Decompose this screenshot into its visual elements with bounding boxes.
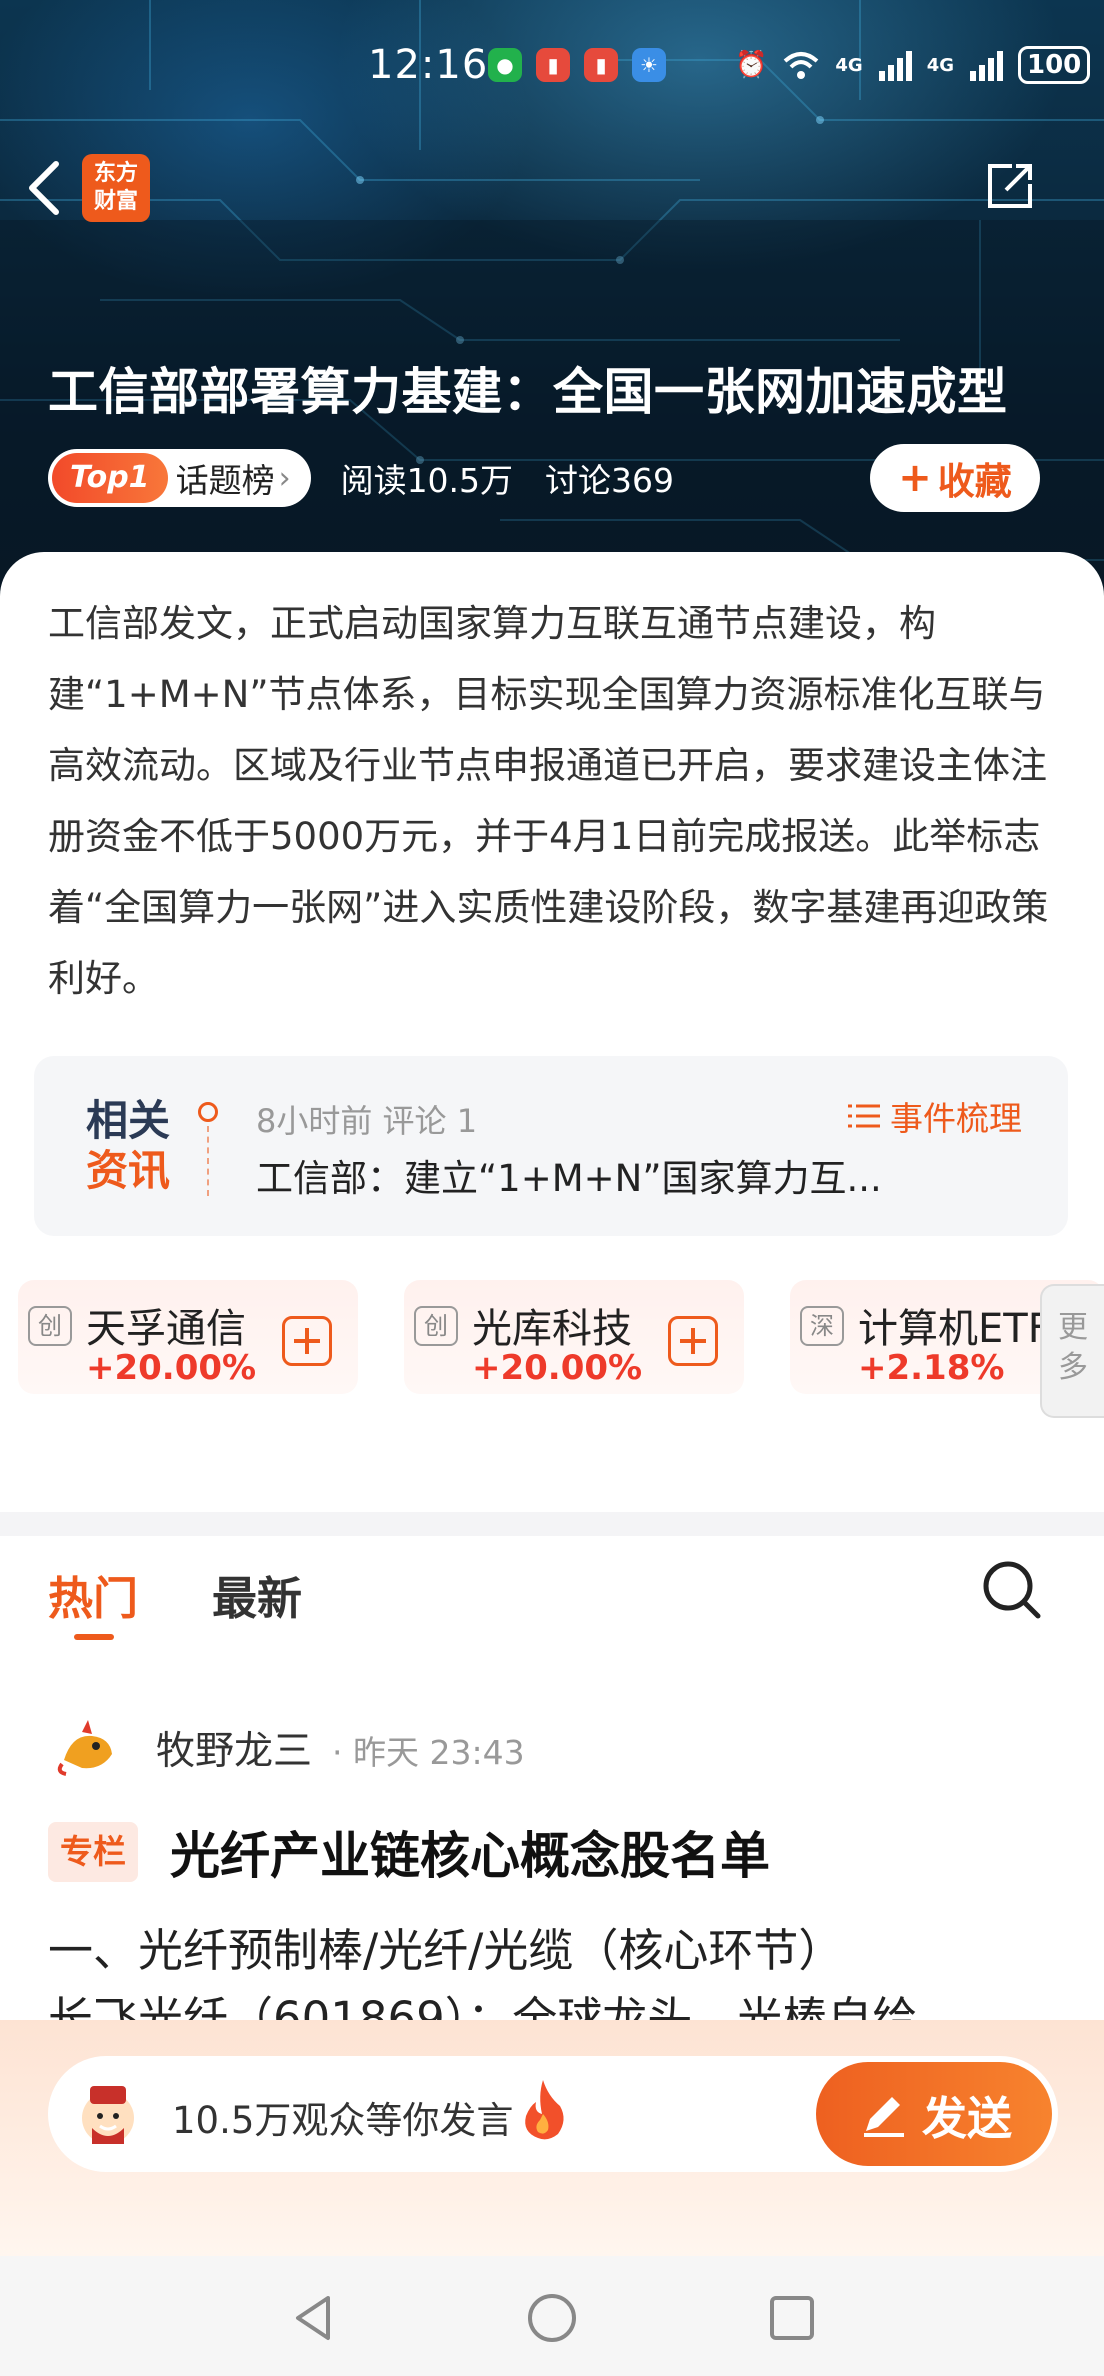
discussion-count: 讨论369 (545, 461, 675, 500)
market-badge: 创 (28, 1306, 72, 1346)
event-timeline-link[interactable]: 事件梳理 (846, 1092, 1022, 1140)
rank-label: 话题榜 (175, 461, 275, 500)
hero-banner: 12:16 ● ▮ ▮ ☀ ⏰ 4G 4G 100 东方 财富 工信部部署算力基… (0, 0, 1104, 600)
add-watchlist-icon[interactable] (668, 1316, 718, 1366)
search-icon[interactable] (980, 1558, 1044, 1622)
feed-tabs: 热门 最新 (0, 1536, 1104, 1656)
reader-app-icon-2: ▮ (584, 48, 618, 82)
pencil-icon (863, 2097, 904, 2137)
stock-change: +20.00% (472, 1348, 643, 1388)
stock-name: 天孚通信 (86, 1306, 246, 1352)
status-bar: 12:16 ● ▮ ▮ ☀ ⏰ 4G 4G 100 (0, 40, 1104, 96)
author-name[interactable]: 牧野龙三 (156, 1720, 312, 1776)
comment-bar: 10.5万观众等你发言 发送 (0, 2020, 1104, 2256)
god-of-wealth-avatar (82, 2086, 134, 2144)
fire-icon (525, 2080, 564, 2140)
news-meta: 8小时前 评论 1 (256, 1102, 478, 1140)
author-avatar[interactable] (52, 1714, 122, 1784)
status-indicators: ⏰ 4G 4G 100 ⚡ (735, 46, 1104, 84)
status-time: 12:16 (368, 42, 489, 88)
topic-title: 工信部部署算力基建：全国一张网加速成型 (48, 363, 1008, 421)
section-divider (0, 1512, 1104, 1536)
post-excerpt-line: 一、光纤预制棒/光纤/光缆（核心环节） (48, 1924, 844, 1977)
topic-card: 工信部发文，正式启动国家算力互联互通节点建设，构建“1+M+N”节点体系，目标实… (0, 552, 1104, 1512)
related-news[interactable]: 相关 资讯 8小时前 评论 1 事件梳理 工信部：建立“1+M+N”国家算力互.… (34, 1056, 1068, 1236)
stock-card[interactable]: 创 天孚通信 +20.00% (18, 1280, 358, 1394)
event-timeline-label: 事件梳理 (890, 1099, 1022, 1138)
add-watchlist-icon[interactable] (282, 1316, 332, 1366)
timeline-line (207, 1126, 209, 1196)
send-label: 发送 (921, 2091, 1012, 2145)
weather-icon: ☀ (632, 48, 666, 82)
related-stocks: 创 天孚通信 +20.00% 创 光库科技 +20.00% 深 计算机ETF +… (0, 1280, 1104, 1418)
feed-post[interactable]: 牧野龙三 · 昨天 23:43 专栏 光纤产业链核心概念股名单 一、光纤预制棒/… (0, 1680, 1104, 2020)
tab-latest[interactable]: 最新 (212, 1562, 302, 1627)
post-time: · 昨天 23:43 (332, 1733, 525, 1772)
column-badge: 专栏 (48, 1822, 138, 1882)
read-count: 阅读10.5万 (340, 461, 514, 500)
comment-input[interactable]: 10.5万观众等你发言 发送 (48, 2056, 1058, 2172)
wifi-icon (784, 52, 819, 79)
send-button[interactable]: 发送 (816, 2062, 1052, 2166)
timeline-dot (198, 1102, 218, 1122)
signal-2-label: 4G (926, 54, 954, 76)
nav-home-icon[interactable] (524, 2290, 580, 2346)
post-title[interactable]: 光纤产业链核心概念股名单 (170, 1816, 770, 1888)
tab-hot[interactable]: 热门 (48, 1562, 138, 1627)
news-headline: 工信部：建立“1+M+N”国家算力互... (256, 1157, 882, 1200)
stock-change: +2.18% (858, 1348, 1005, 1388)
related-tag-line-1: 相关 (86, 1096, 171, 1145)
notification-icons: ● ▮ ▮ ☀ (488, 48, 666, 82)
more-stocks-button[interactable]: 更 多 (1040, 1284, 1104, 1418)
market-badge: 创 (414, 1306, 458, 1346)
favorite-button[interactable]: + 收藏 (870, 444, 1040, 512)
battery-indicator: 100 (1018, 46, 1091, 84)
signal-1-label: 4G (835, 54, 863, 76)
stock-change: +20.00% (86, 1348, 257, 1388)
more-label-2: 多 (1058, 1350, 1088, 1385)
signal-icon-2 (970, 51, 1003, 81)
wechat-icon: ● (488, 48, 522, 82)
chevron-right-icon: › (278, 460, 291, 496)
share-icon[interactable] (982, 158, 1038, 214)
rank-badge: Top1 (52, 453, 168, 503)
alarm-icon: ⏰ (735, 50, 768, 80)
related-news-tag: 相关 资讯 (86, 1096, 186, 1196)
system-nav-bar (0, 2256, 1104, 2376)
nav-recents-icon[interactable] (764, 2290, 820, 2346)
signal-icon (878, 51, 912, 81)
nav-back-icon[interactable] (286, 2290, 342, 2346)
comment-placeholder: 10.5万观众等你发言 (172, 2099, 514, 2142)
stock-name: 计算机ETF (858, 1306, 1051, 1352)
logo-line-1: 东方 (93, 161, 138, 186)
active-tab-indicator (74, 1634, 114, 1640)
back-arrow-icon[interactable] (20, 158, 68, 218)
plus-icon: + (898, 455, 932, 501)
list-icon (848, 1104, 880, 1128)
stock-name: 光库科技 (472, 1306, 632, 1352)
logo-line-2: 财富 (93, 189, 138, 214)
topic-rank-link[interactable]: Top1 话题榜 › (48, 449, 311, 507)
post-excerpt-line: 长飞光纤（601869）：全球龙头，光棒自给 (48, 1992, 918, 2020)
eastmoney-logo: 东方 财富 (82, 154, 150, 222)
topic-meta: Top1 话题榜 › 阅读10.5万 讨论369 (48, 448, 674, 508)
favorite-label: 收藏 (937, 460, 1012, 503)
market-badge: 深 (800, 1306, 844, 1346)
topic-summary: 工信部发文，正式启动国家算力互联互通节点建设，构建“1+M+N”节点体系，目标实… (48, 602, 1049, 1000)
related-tag-line-2: 资讯 (86, 1146, 171, 1195)
more-label-1: 更 (1058, 1310, 1088, 1345)
reader-app-icon: ▮ (536, 48, 570, 82)
stock-card[interactable]: 创 光库科技 +20.00% (404, 1280, 744, 1394)
